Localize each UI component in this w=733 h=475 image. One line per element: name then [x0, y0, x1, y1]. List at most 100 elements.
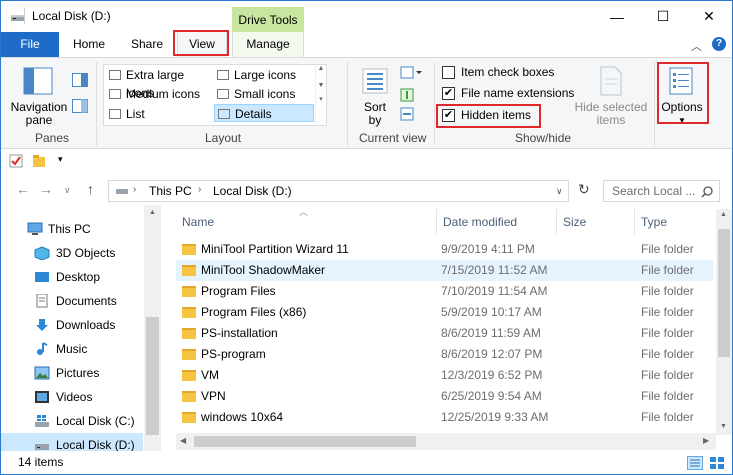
column-header-name[interactable]: Name [176, 209, 437, 235]
sort-by-icon [362, 68, 388, 94]
customize-qat-icon[interactable]: ▾ [58, 154, 63, 165]
row-date: 7/10/2019 11:54 AM [441, 284, 548, 298]
add-columns-icon[interactable] [400, 88, 414, 102]
table-row[interactable]: PS-installation 8/6/2019 11:59 AM File fol… [176, 323, 713, 344]
tab-share[interactable]: Share [125, 32, 169, 57]
column-header-date-modified[interactable]: Date modified [437, 209, 557, 235]
layout-large-icons[interactable]: Large icons [214, 66, 314, 84]
nav-item-3d-objects[interactable]: 3D Objects [1, 241, 143, 265]
nav-item-pictures[interactable]: Pictures [1, 361, 143, 385]
tab-manage[interactable]: Manage [232, 32, 304, 57]
close-icon: ✕ [703, 8, 715, 24]
nav-item-this-pc[interactable]: This PC [1, 217, 143, 241]
table-row[interactable]: VM 12/3/2019 6:52 PM File folder [176, 365, 713, 386]
options-button[interactable]: Options ▼ [657, 101, 707, 127]
layout-item-label: Large icons [234, 68, 297, 82]
file-list-scroll-thumb[interactable] [718, 229, 730, 357]
row-type: File folder [641, 326, 694, 340]
details-pane-icon[interactable] [72, 99, 88, 113]
explorer-window: Local Disk (D:) Drive Tools — ☐ ✕ File H… [0, 0, 733, 475]
scroll-right-icon[interactable]: ▶ [703, 436, 709, 445]
forward-arrow-icon[interactable]: → [39, 181, 53, 197]
table-row[interactable]: windows 10x64 12/25/2019 9:33 AM File fold… [176, 407, 713, 428]
preview-pane-icon[interactable] [72, 73, 88, 87]
layout-list[interactable]: List [106, 105, 210, 123]
row-name: VPN [201, 389, 226, 403]
folder-icon [182, 349, 196, 360]
file-list-horizontal-scrollbar[interactable]: ◀ ▶ [176, 433, 716, 450]
file-list: ︿ Name Date modified Size Type MiniTool … [161, 205, 732, 451]
table-row[interactable]: MiniTool ShadowMaker 7/15/2019 11:52 AM Fi… [176, 260, 713, 281]
nav-item-desktop[interactable]: Desktop [1, 265, 143, 289]
group-by-icon[interactable] [400, 66, 422, 80]
tab-home[interactable]: Home [67, 32, 111, 57]
back-arrow-icon[interactable]: ← [16, 181, 30, 197]
column-header-size[interactable]: Size [557, 209, 635, 235]
up-arrow-icon[interactable]: ↑ [87, 181, 94, 197]
file-list-vertical-scrollbar[interactable]: ▲ ▼ [716, 209, 732, 435]
navigation-pane-scroll-thumb[interactable] [146, 317, 159, 435]
maximize-button[interactable]: ☐ [640, 1, 686, 32]
hide-selected-items-button[interactable]: Hide selected items [569, 101, 653, 127]
nav-item-local-disk-c[interactable]: Local Disk (C:) [1, 409, 143, 433]
nav-item-music[interactable]: Music [1, 337, 143, 361]
navigation-pane-label-2: pane [25, 113, 53, 127]
refresh-icon[interactable]: ↻ [578, 181, 590, 198]
file-name-extensions-checkbox[interactable]: ✔ [442, 87, 455, 100]
address-bar[interactable]: › This PC › Local Disk (D:) [108, 180, 569, 202]
navigation-pane-scrollbar[interactable]: ▲ [144, 205, 161, 451]
row-date: 9/9/2019 4:11 PM [441, 242, 535, 256]
address-row: ← → ∨ ↑ › This PC › Local Disk (D:) ∨ ↻ … [1, 175, 732, 205]
table-row[interactable]: MiniTool Partition Wizard 11 9/9/2019 4:1… [176, 239, 713, 260]
nav-item-documents[interactable]: Documents [1, 289, 143, 313]
help-icon[interactable]: ? [712, 37, 726, 51]
item-check-boxes-label: Item check boxes [461, 65, 555, 79]
sort-by-button[interactable]: Sort by [359, 101, 391, 127]
table-row[interactable]: VPN 6/25/2019 9:54 AM File folder [176, 386, 713, 407]
table-row[interactable]: Program Files (x86) 5/9/2019 10:17 AM File… [176, 302, 713, 323]
details-view-icon[interactable] [687, 456, 703, 470]
navigation-pane-button[interactable]: Navigation pane [7, 101, 71, 127]
breadcrumb-local-disk-d[interactable]: Local Disk (D:) [213, 184, 292, 198]
size-columns-icon[interactable] [400, 107, 414, 121]
large-icons-view-icon[interactable] [709, 456, 725, 470]
breadcrumb-chevron-icon[interactable]: › [133, 184, 136, 195]
breadcrumb-this-pc[interactable]: This PC [149, 184, 192, 198]
column-header-type[interactable]: Type [635, 209, 716, 235]
tab-view[interactable]: View [177, 32, 227, 57]
scroll-left-icon[interactable]: ◀ [180, 436, 186, 445]
search-input[interactable]: Search Local ... [603, 180, 720, 202]
downloads-icon [36, 319, 48, 331]
scroll-down-icon[interactable]: ▼ [720, 423, 727, 430]
minimize-button[interactable]: — [594, 1, 640, 32]
folder-icon [182, 244, 196, 255]
row-name: MiniTool ShadowMaker [201, 263, 326, 277]
properties-icon[interactable] [9, 154, 23, 168]
row-date: 12/3/2019 6:52 PM [441, 368, 543, 382]
table-row[interactable]: PS-program 8/6/2019 12:07 PM File folder [176, 344, 713, 365]
item-check-boxes-checkbox[interactable] [442, 66, 455, 79]
recent-locations-icon[interactable]: ∨ [64, 185, 71, 196]
horizontal-scroll-thumb[interactable] [194, 436, 416, 447]
folder-icon [182, 412, 196, 423]
search-placeholder: Search Local ... [612, 184, 696, 198]
show-hide-group-label: Show/hide [515, 131, 572, 145]
layout-gallery-scroll[interactable]: ▲ ▼ ▾ [315, 65, 326, 125]
hidden-items-checkbox[interactable]: ✔ [442, 109, 455, 122]
scroll-up-icon[interactable]: ▲ [149, 209, 156, 216]
close-button[interactable]: ✕ [686, 1, 732, 32]
nav-item-downloads[interactable]: Downloads [1, 313, 143, 337]
layout-extra-large-icons[interactable]: Extra large icons [106, 66, 210, 100]
nav-item-videos[interactable]: Videos [1, 385, 143, 409]
collapse-ribbon-icon[interactable]: ︿ [691, 38, 702, 54]
layout-details[interactable]: Details [214, 104, 314, 122]
scroll-up-icon[interactable]: ▲ [720, 211, 727, 218]
new-folder-icon[interactable] [32, 154, 46, 168]
layout-medium-icons[interactable]: Medium icons [106, 85, 210, 103]
table-row[interactable]: Program Files 7/10/2019 11:54 AM File fold… [176, 281, 713, 302]
sort-by-label-2: by [368, 113, 382, 127]
tab-file[interactable]: File [1, 32, 59, 57]
breadcrumb-chevron-icon[interactable]: › [198, 184, 201, 195]
address-dropdown-icon[interactable]: ∨ [556, 186, 563, 197]
layout-small-icons[interactable]: Small icons [214, 85, 314, 103]
